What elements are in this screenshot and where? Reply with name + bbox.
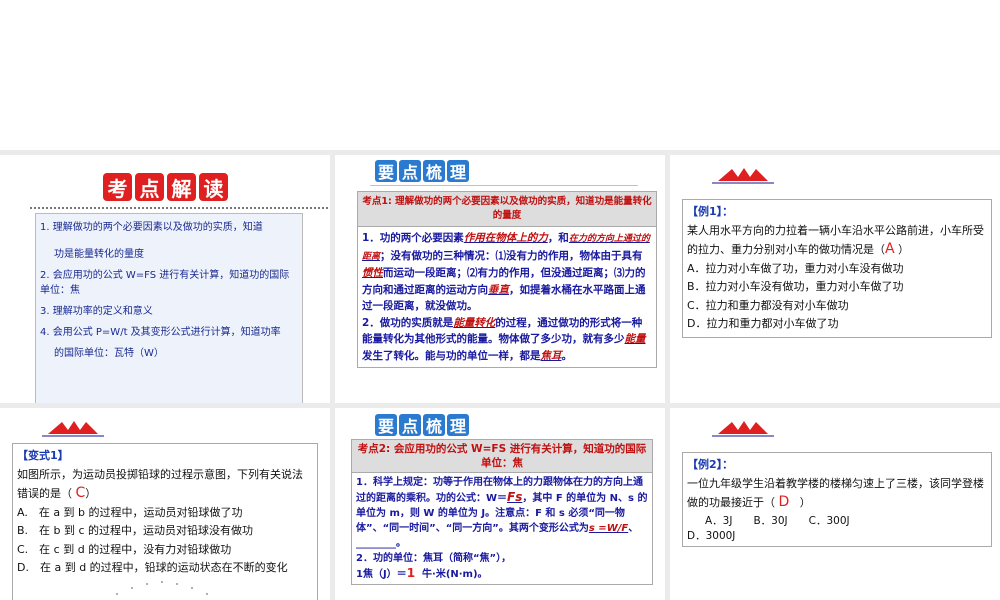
key-point-header: 考点2: 会应用功的公式 W=FS 进行有关计算，知道功的国际单位：焦	[352, 440, 652, 473]
title-char: 要	[375, 414, 397, 436]
title-char: 理	[447, 160, 469, 182]
mountain-logo-icon	[712, 421, 774, 437]
text: ）	[898, 243, 910, 256]
text: ）	[799, 496, 811, 509]
option: C．300J	[808, 514, 850, 527]
mountain-logo-icon	[42, 421, 104, 437]
answer: s =W/F	[588, 523, 629, 534]
title-char: 理	[447, 414, 469, 436]
option: A. 在 a 到 b 的过程中，运动员对铅球做了功	[17, 505, 243, 519]
text: 1焦（J）＝	[356, 569, 407, 580]
key-point-box: 考点1: 理解做功的两个必要因素以及做功的实质，知道功是能量转化的量度 1．功的…	[357, 191, 657, 368]
shot-put-trajectory-figure	[116, 580, 208, 595]
answer: 惯性	[362, 267, 383, 279]
mountain-logo-icon	[712, 168, 774, 184]
title-char: 梳	[423, 160, 445, 182]
example-box: 【变式1】 如图所示，为运动员投掷铅球的过程示意图，下列有关说法错误的是（ C）…	[12, 443, 318, 600]
answer: D	[778, 494, 790, 510]
text: 。	[561, 349, 573, 362]
option: D．拉力和重力都对小车做了功	[687, 317, 839, 330]
title-char: 要	[375, 160, 397, 182]
example-tag: 【例2】：	[687, 458, 734, 471]
option: C. 在 c 到 d 的过程中，没有力对铅球做功	[17, 542, 232, 556]
question: 一位九年级学生沿着教学楼的楼梯匀速上了三楼，该同学登楼做的功最接近于（	[687, 476, 984, 510]
key-point-body: 1．功的两个必要因素作用在物体上的力，和在力的方向上通过的距离；没有做功的三种情…	[358, 227, 656, 367]
text: 1．功的两个必要因素	[362, 232, 464, 244]
blank-top-area	[0, 0, 1000, 150]
question: 如图所示，为运动员投掷铅球的过程示意图，下列有关说法错误的是（	[17, 467, 303, 501]
goals-box: 1. 理解做功的两个必要因素以及做功的实质，知道 功是能量转化的量度 2. 会应…	[35, 213, 303, 403]
slide-thumbnail-3[interactable]: 【例1】： 某人用水平方向的力拉着一辆小车沿水平公路前进，小车所受的拉力、重力分…	[670, 155, 1000, 403]
answer: 1	[406, 566, 416, 580]
text: 牛·米(N·m)。	[422, 569, 488, 580]
title-char: 梳	[423, 414, 445, 436]
key-point-header: 考点1: 理解做功的两个必要因素以及做功的实质，知道功是能量转化的量度	[358, 192, 656, 227]
option: C．拉力和重力都没有对小车做功	[687, 298, 849, 312]
answer: C	[75, 485, 86, 501]
divider	[30, 207, 328, 211]
section-title: 考点解读	[103, 173, 228, 201]
section-title: 要点梳理	[375, 160, 469, 182]
answer: 作用在物体上的力	[463, 232, 548, 244]
slide-thumbnail-6[interactable]: 【例2】： 一位九年级学生沿着教学楼的楼梯匀速上了三楼，该同学登楼做的功最接近于…	[670, 408, 1000, 600]
text: ）	[85, 487, 97, 500]
text: 发生了转化。能与功的单位一样，都是	[362, 349, 541, 362]
answer: 焦耳	[540, 349, 562, 362]
slide-thumbnail-2[interactable]: 要点梳理 考点1: 理解做功的两个必要因素以及做功的实质，知道功是能量转化的量度…	[335, 155, 665, 403]
answer: A	[885, 241, 895, 257]
goal-item: 的国际单位：瓦特（W）	[54, 348, 164, 359]
slide-thumbnail-5[interactable]: 要点梳理 考点2: 会应用功的公式 W=FS 进行有关计算，知道功的国际单位：焦…	[335, 408, 665, 600]
goal-item: 3. 理解功率的定义和意义	[40, 306, 153, 317]
section-title: 要点梳理	[375, 414, 469, 436]
option: B. 在 b 到 c 的过程中，运动员对铅球没有做功	[17, 524, 254, 537]
text: 2．功的单位：焦耳（简称“焦”），	[356, 553, 512, 564]
goal-item: 1. 理解做功的两个必要因素以及做功的实质，知道	[40, 222, 263, 233]
slide-thumbnail-4[interactable]: 【变式1】 如图所示，为运动员投掷铅球的过程示意图，下列有关说法错误的是（ C）…	[0, 408, 330, 600]
title-char: 点	[135, 173, 164, 201]
title-char: 读	[199, 173, 228, 201]
key-point-body: 1．科学上规定：功等于作用在物体上的力跟物体在力的方向上通过的距离的乘积。功的公…	[352, 473, 652, 584]
example-tag: 【例1】：	[687, 205, 734, 218]
title-char: 考	[103, 173, 132, 201]
question: 某人用水平方向的力拉着一辆小车沿水平公路前进，小车所受的拉力、重力分别对小车的做…	[687, 223, 984, 257]
key-point-box: 考点2: 会应用功的公式 W=FS 进行有关计算，知道功的国际单位：焦 1．科学…	[351, 439, 653, 585]
example-box: 【例2】： 一位九年级学生沿着教学楼的楼梯匀速上了三楼，该同学登楼做的功最接近于…	[682, 452, 992, 547]
goal-item: 4. 会用公式 P=W/t 及其变形公式进行计算，知道功率	[40, 327, 281, 338]
divider	[370, 185, 638, 186]
goal-item: 功是能量转化的量度	[54, 249, 144, 260]
example-tag: 【变式1】	[17, 449, 69, 462]
option: D. 在 a 到 d 的过程中，铅球的运动状态在不断的变化	[17, 561, 288, 574]
option: B．30J	[753, 514, 788, 527]
title-char: 点	[399, 414, 421, 436]
slide-thumbnail-1[interactable]: 考点解读 1. 理解做功的两个必要因素以及做功的实质，知道 功是能量转化的量度 …	[0, 155, 330, 403]
example-box: 【例1】： 某人用水平方向的力拉着一辆小车沿水平公路前进，小车所受的拉力、重力分…	[682, 199, 992, 338]
option: D．3000J	[687, 529, 736, 542]
answer: 能量	[624, 333, 646, 345]
option: A．拉力对小车做了功，重力对小车没有做功	[687, 261, 904, 275]
text: ，和	[547, 232, 569, 244]
answer: 垂直	[488, 283, 509, 296]
title-char: 解	[167, 173, 196, 201]
text: 2．做功的实质就是	[362, 316, 454, 329]
answer: Fs	[507, 490, 523, 504]
answer: 能量转化	[453, 316, 496, 329]
title-char: 点	[399, 160, 421, 182]
option: A．3J	[705, 514, 733, 527]
option: B．拉力对小车没有做功，重力对小车做了功	[687, 280, 904, 293]
text: ；没有做功的三种情况：⑴没有力的作用，物体由于具有	[380, 249, 643, 262]
goal-item: 2. 会应用功的公式 W=FS 进行有关计算，知道功的国际单位：焦	[40, 270, 290, 296]
